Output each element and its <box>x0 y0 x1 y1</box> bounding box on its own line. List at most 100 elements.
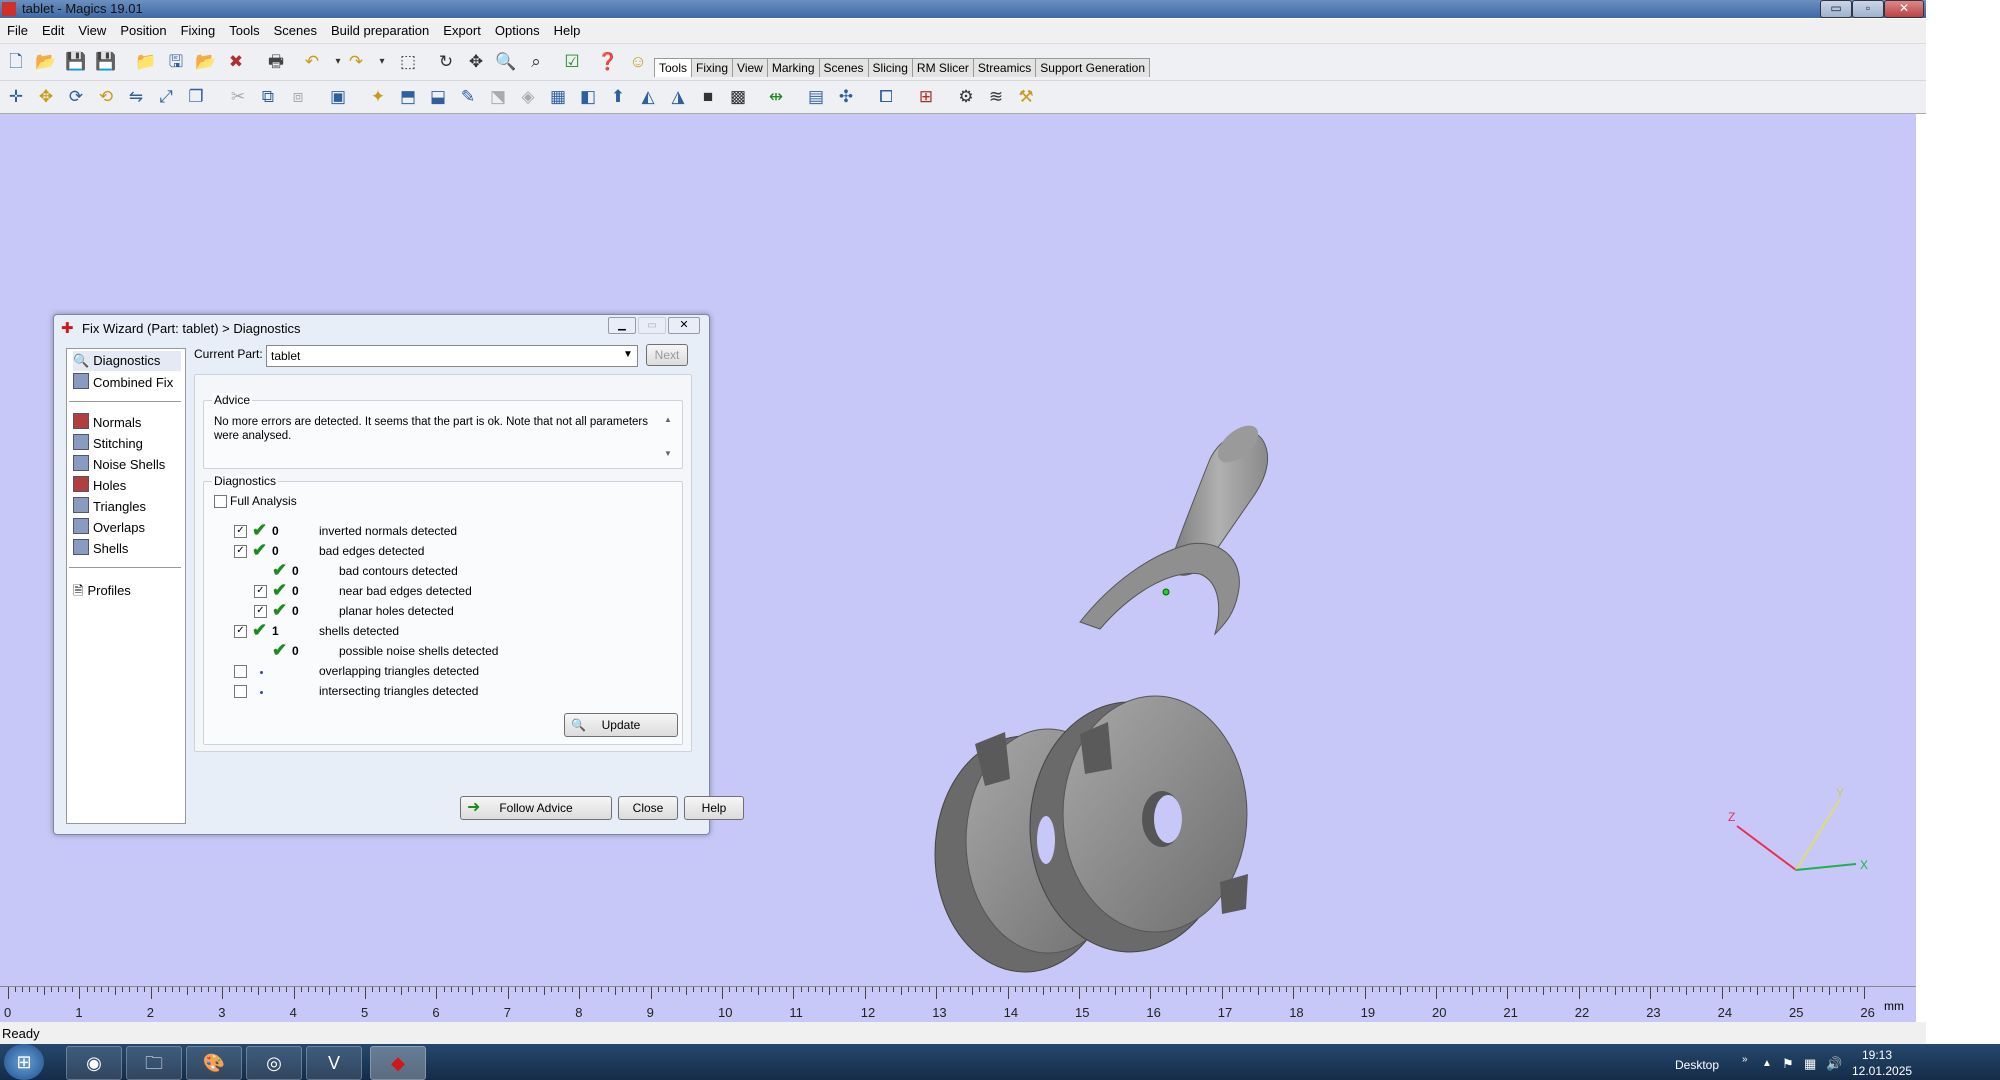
cut-tool-icon[interactable]: ✂ <box>226 85 250 109</box>
redo-dropdown-icon[interactable]: ▾ <box>370 50 394 74</box>
scroll-down-icon[interactable]: ▼ <box>664 449 672 458</box>
close-button[interactable]: ✕ <box>1884 0 1924 18</box>
checklist-icon[interactable]: ☑ <box>560 50 584 74</box>
split-tool-icon[interactable]: ⇹ <box>764 85 788 109</box>
frame-tool-icon[interactable]: ▩ <box>726 85 750 109</box>
dialog-minimize-button[interactable]: ▁ <box>608 317 636 334</box>
menu-tools[interactable]: Tools <box>222 19 266 38</box>
open-folder-icon[interactable]: 📂 <box>34 50 58 74</box>
app2-taskbar-icon[interactable]: V <box>306 1046 362 1080</box>
inverted-normals-checkbox[interactable]: ✓ <box>234 525 247 538</box>
chevron-right-icon[interactable]: » <box>1742 1054 1748 1065</box>
overlapping-checkbox[interactable] <box>234 665 247 678</box>
menu-options[interactable]: Options <box>488 19 547 38</box>
hatch-tool-icon[interactable]: ≋ <box>984 85 1008 109</box>
unload-part-icon[interactable]: ✖ <box>224 50 248 74</box>
merge-tool-icon[interactable]: ⧈ <box>286 85 310 109</box>
start-button-icon[interactable]: ⊞ <box>4 1044 44 1080</box>
tab-support-generation[interactable]: Support Generation <box>1035 58 1151 77</box>
network-icon[interactable]: ▦ <box>1804 1056 1816 1072</box>
zoom-extents-icon[interactable]: ⌕ <box>524 50 548 74</box>
black-box-tool-icon[interactable]: ■ <box>696 85 720 109</box>
menu-scenes[interactable]: Scenes <box>267 19 324 38</box>
desktop-toolbar-label[interactable]: Desktop <box>1675 1058 1719 1072</box>
fixture-tool-icon[interactable]: ▤ <box>804 85 828 109</box>
menu-help[interactable]: Help <box>547 19 588 38</box>
follow-advice-button[interactable]: ➜ Follow Advice <box>460 796 612 820</box>
tab-tools[interactable]: Tools <box>654 58 693 77</box>
nav-overlaps[interactable]: Overlaps <box>73 518 145 538</box>
bad-edges-checkbox[interactable]: ✓ <box>234 545 247 558</box>
rotate-tool-icon[interactable]: ⟳ <box>64 85 88 109</box>
tab-marking[interactable]: Marking <box>766 58 820 77</box>
minimize-button[interactable]: ▭ <box>1820 0 1852 18</box>
nav-profiles[interactable]: 🗎 Profiles <box>73 581 131 601</box>
new-file-icon[interactable]: 🗋 <box>4 50 28 74</box>
boolean-tool-icon[interactable]: ⧉ <box>256 85 280 109</box>
nav-shells[interactable]: Shells <box>73 539 128 559</box>
chrome-taskbar-icon[interactable]: ◉ <box>66 1046 122 1080</box>
close-dialog-button[interactable]: Close <box>618 796 678 820</box>
maximize-button[interactable]: ▫ <box>1852 0 1884 18</box>
rotate-view-icon[interactable]: ↻ <box>434 50 458 74</box>
update-button[interactable]: 🔍 Update <box>564 713 678 737</box>
context-help-icon[interactable]: ☺ <box>626 50 650 74</box>
rotate-axis-icon[interactable]: ⟲ <box>94 85 118 109</box>
dialog-close-button[interactable]: ✕ <box>668 317 700 334</box>
zoom-icon[interactable]: 🔍 <box>494 50 518 74</box>
save-part-icon[interactable]: 🖫 <box>164 50 188 74</box>
pipe-tool-icon[interactable]: ⚙ <box>954 85 978 109</box>
nav-combined-fix[interactable]: Combined Fix <box>73 373 173 393</box>
label-tool-icon[interactable]: ⬓ <box>426 85 450 109</box>
tab-slicing[interactable]: Slicing <box>867 58 913 77</box>
select-part-icon[interactable]: ⬚ <box>396 50 420 74</box>
help-icon[interactable]: ❓ <box>596 50 620 74</box>
section-tool-icon[interactable]: ◧ <box>576 85 600 109</box>
tablet-part-model[interactable] <box>934 419 1269 973</box>
save-as-icon[interactable]: 💾 <box>94 50 118 74</box>
scale-tool-icon[interactable]: ⤢ <box>154 85 178 109</box>
move-tool-icon[interactable]: ✥ <box>34 85 58 109</box>
menu-fixing[interactable]: Fixing <box>174 19 223 38</box>
paint-taskbar-icon[interactable]: 🎨 <box>186 1046 242 1080</box>
menu-file[interactable]: File <box>0 19 35 38</box>
help-button[interactable]: Help <box>684 796 744 820</box>
magics-taskbar-icon[interactable]: ◆ <box>370 1046 426 1080</box>
nav-triangles[interactable]: Triangles <box>73 497 146 517</box>
duplicate-tool-icon[interactable]: ❐ <box>184 85 208 109</box>
flag-icon[interactable]: ⚑ <box>1782 1056 1794 1072</box>
explorer-taskbar-icon[interactable]: 🗀 <box>126 1046 182 1080</box>
shells-checkbox[interactable]: ✓ <box>234 625 247 638</box>
hollow-tool-icon[interactable]: ▣ <box>326 85 350 109</box>
intersecting-checkbox[interactable] <box>234 685 247 698</box>
menu-build-preparation[interactable]: Build preparation <box>324 19 436 38</box>
measure-tool-icon[interactable]: ✎ <box>456 85 480 109</box>
planar-holes-checkbox[interactable]: ✓ <box>254 605 267 618</box>
pan-icon[interactable]: ✥ <box>464 50 488 74</box>
menu-position[interactable]: Position <box>113 19 173 38</box>
box-tool-icon[interactable]: ▦ <box>546 85 570 109</box>
tray-arrow-icon[interactable]: ▲ <box>1762 1058 1772 1069</box>
redo-icon[interactable]: ↷ <box>344 50 368 74</box>
tab-rm-slicer[interactable]: RM Slicer <box>911 58 974 77</box>
wax-tool-icon[interactable]: ⚒ <box>1014 85 1038 109</box>
texture-tool-icon[interactable]: ⬔ <box>486 85 510 109</box>
full-analysis-checkbox[interactable] <box>214 495 227 508</box>
surface-tool-icon[interactable]: ◭ <box>636 85 660 109</box>
mirror-tool-icon[interactable]: ⇋ <box>124 85 148 109</box>
import-part-icon[interactable]: 📁 <box>134 50 158 74</box>
load-project-icon[interactable]: 📂 <box>194 50 218 74</box>
extrude-tool-icon[interactable]: ⬆ <box>606 85 630 109</box>
translate-tool-icon[interactable]: ✛ <box>4 85 28 109</box>
clock-time[interactable]: 19:13 <box>1862 1048 1892 1062</box>
menu-edit[interactable]: Edit <box>35 19 71 38</box>
current-part-select[interactable]: tablet ▼ <box>266 345 638 367</box>
smooth-tool-icon[interactable]: ◈ <box>516 85 540 109</box>
clock-date[interactable]: 12.01.2025 <box>1852 1064 1912 1078</box>
volume-icon[interactable]: 🔊 <box>1826 1056 1842 1072</box>
print-icon[interactable]: 🖶 <box>264 50 288 74</box>
save-icon[interactable]: 💾 <box>64 50 88 74</box>
near-bad-edges-checkbox[interactable]: ✓ <box>254 585 267 598</box>
nav-stitching[interactable]: Stitching <box>73 434 143 454</box>
cube-tool-icon[interactable]: ⧠ <box>874 85 898 109</box>
